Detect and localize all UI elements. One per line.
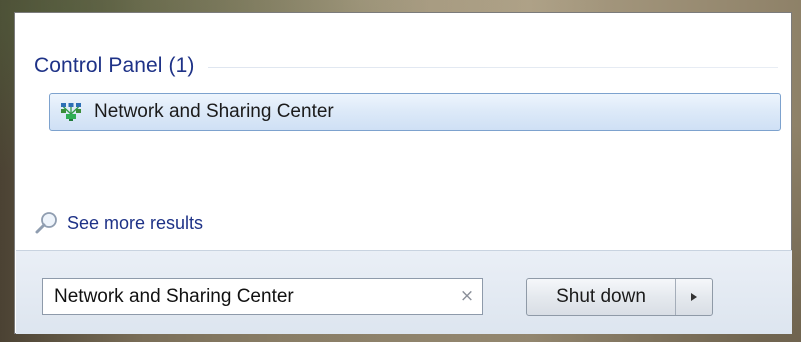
see-more-results-link[interactable]: See more results xyxy=(34,208,203,238)
clear-search-icon[interactable]: × xyxy=(452,279,482,314)
start-menu-search-panel: Control Panel (1) Network and Sharing Ce… xyxy=(14,12,792,334)
arrow-right-icon xyxy=(691,293,697,301)
shutdown-button-group: Shut down xyxy=(526,278,713,316)
results-group-title[interactable]: Control Panel (1) xyxy=(34,54,194,78)
result-item-network-and-sharing-center[interactable]: Network and Sharing Center xyxy=(49,93,781,131)
search-input[interactable] xyxy=(43,279,452,314)
result-item-label: Network and Sharing Center xyxy=(94,101,334,122)
search-box: × xyxy=(42,278,483,315)
results-group-header: Control Panel (1) xyxy=(34,51,778,81)
shutdown-options-button[interactable] xyxy=(676,279,712,315)
shutdown-button[interactable]: Shut down xyxy=(527,279,675,315)
group-divider xyxy=(208,66,778,68)
see-more-results-label: See more results xyxy=(67,212,204,233)
search-icon xyxy=(35,212,57,234)
start-menu-bottom-bar: × Shut down xyxy=(16,250,792,334)
network-icon xyxy=(61,103,81,121)
